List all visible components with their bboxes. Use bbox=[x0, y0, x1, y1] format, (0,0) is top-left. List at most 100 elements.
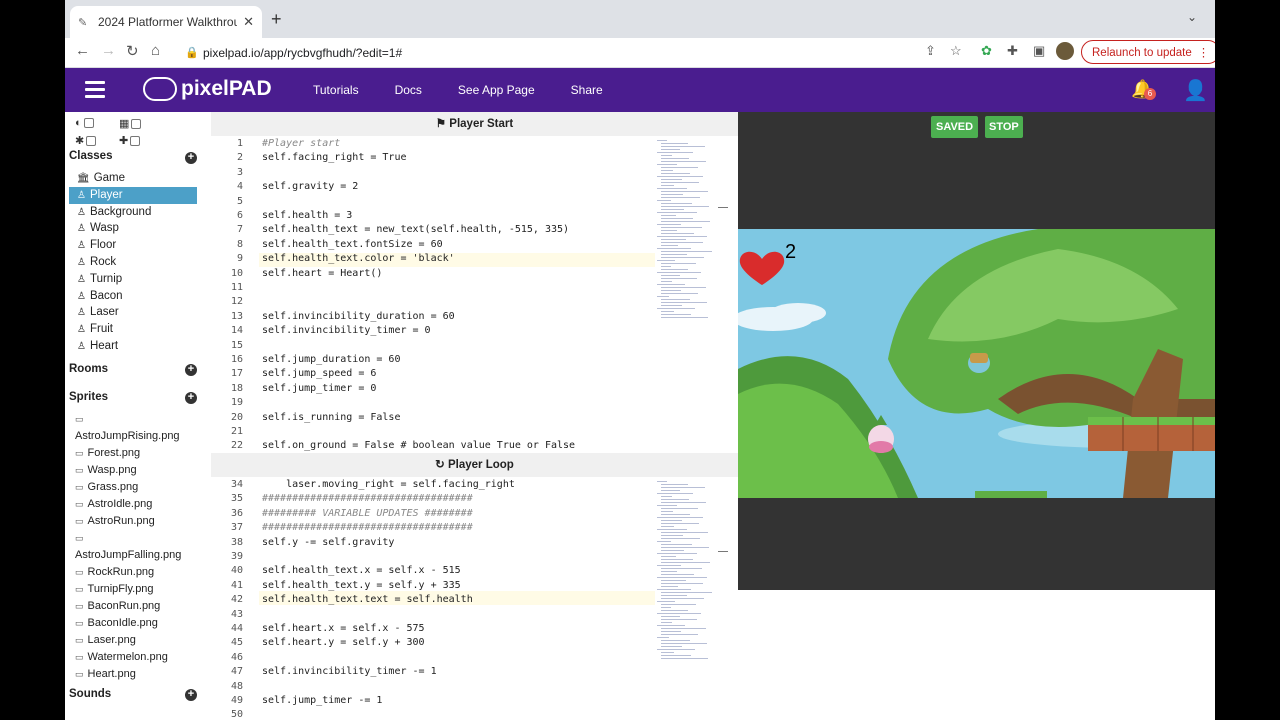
tab-search-chevron-icon[interactable]: ⌄ bbox=[1187, 10, 1197, 24]
minimap-stroke bbox=[661, 658, 708, 659]
extension-leaf-icon[interactable]: ✿ bbox=[981, 43, 992, 59]
class-item-laser[interactable]: ♙ Laser bbox=[69, 304, 197, 321]
pixelpad-logo[interactable]: pixelPAD bbox=[143, 77, 272, 101]
sprite-item[interactable]: ▭ Heart.png bbox=[75, 666, 136, 683]
add-room-button[interactable]: + bbox=[185, 364, 197, 376]
class-item-heart[interactable]: ♙ Heart bbox=[69, 338, 197, 355]
extensions-puzzle-icon[interactable]: ✚ bbox=[1007, 43, 1018, 59]
profile-avatar[interactable] bbox=[1056, 42, 1074, 60]
class-icon: ♙ bbox=[77, 341, 86, 352]
class-icon: ♙ bbox=[77, 324, 86, 336]
home-icon[interactable]: ⌂ bbox=[151, 42, 160, 59]
minimap-stroke bbox=[661, 619, 697, 620]
minimap-stroke bbox=[661, 206, 709, 207]
minimap-stroke bbox=[661, 179, 682, 180]
game-pane-footer bbox=[738, 590, 1215, 720]
sprite-item[interactable]: ▭ Grass.png bbox=[75, 479, 138, 496]
start-scroll-marker bbox=[718, 207, 728, 208]
code-line: self.health_text.y = self.y + 335 bbox=[262, 579, 461, 591]
debug-toggle[interactable]: ✱ bbox=[75, 134, 97, 147]
minimap-stroke bbox=[661, 227, 702, 228]
minimap-stroke bbox=[657, 553, 697, 554]
nav-tutorials[interactable]: Tutorials bbox=[313, 83, 359, 97]
class-item-background[interactable]: ♙ Background bbox=[69, 204, 197, 221]
sprite-item[interactable]: ▭ Laser.png bbox=[75, 632, 136, 649]
plugin-toggle[interactable]: ✚ bbox=[119, 134, 141, 147]
tab-strip: ✎ 2024 Platformer Walkthrough ✕ + ⌄ bbox=[65, 0, 1215, 38]
sprite-item[interactable]: ▭ AstroRun.png bbox=[75, 513, 155, 530]
relaunch-to-update-button[interactable]: Relaunch to update ⋮ bbox=[1081, 40, 1215, 64]
sprite-item[interactable]: ▭ Wasp.png bbox=[75, 462, 137, 479]
sprite-item[interactable]: ▭ TurnipFly.png bbox=[75, 581, 154, 598]
add-sprite-button[interactable]: + bbox=[185, 392, 197, 404]
layout-toggle[interactable]: ▦ bbox=[119, 117, 142, 130]
minimap-stroke bbox=[661, 233, 694, 234]
class-item-turnip[interactable]: ♙ Turnip bbox=[69, 271, 197, 288]
notifications-bell-icon[interactable]: 🔔 6 bbox=[1131, 79, 1156, 100]
reload-icon[interactable]: ↻ bbox=[126, 42, 139, 60]
share-icon[interactable]: ⇪ bbox=[925, 43, 936, 59]
image-icon: ▭ bbox=[75, 635, 84, 645]
browser-tab[interactable]: ✎ 2024 Platformer Walkthrough ✕ bbox=[70, 6, 262, 38]
minimap-stroke bbox=[661, 523, 699, 524]
player-loop-header[interactable]: ↻ Player Loop bbox=[211, 453, 738, 477]
nav-docs[interactable]: Docs bbox=[395, 83, 422, 97]
start-minimap[interactable] bbox=[657, 136, 717, 452]
player-start-header[interactable]: ⚑ Player Start bbox=[211, 112, 738, 136]
sprite-item[interactable]: ▭ BaconIdle.png bbox=[75, 615, 158, 632]
saved-button[interactable]: SAVED bbox=[931, 116, 979, 138]
class-item-rock[interactable]: ♙ Rock bbox=[69, 254, 197, 271]
sprite-item[interactable]: ▭ BaconRun.png bbox=[75, 598, 160, 615]
sprite-item[interactable]: ▭ Forest.png bbox=[75, 445, 140, 462]
line-number: 9 bbox=[236, 253, 243, 265]
theme-toggle[interactable]: ◐ bbox=[75, 117, 94, 129]
sprite-label: Wasp.png bbox=[87, 464, 137, 476]
add-sound-button[interactable]: + bbox=[185, 689, 197, 701]
class-item-game[interactable]: 🏛 Game bbox=[69, 170, 197, 187]
minimap-stroke bbox=[661, 502, 706, 503]
minimap-stroke bbox=[661, 185, 674, 186]
code-line: self.health_text = new_text(self.health,… bbox=[262, 224, 570, 236]
sprite-item[interactable]: ▭ RockRun.png bbox=[75, 564, 154, 581]
minimap-stroke bbox=[661, 616, 680, 617]
class-item-bacon[interactable]: ♙ Bacon bbox=[69, 288, 197, 305]
code-line: self.health = 3 bbox=[262, 210, 353, 221]
back-icon[interactable]: ← bbox=[75, 42, 90, 59]
nav-see-app-page[interactable]: See App Page bbox=[458, 83, 535, 97]
game-canvas[interactable]: 2 bbox=[738, 229, 1215, 498]
new-tab-icon[interactable]: + bbox=[271, 9, 282, 30]
forward-icon[interactable]: → bbox=[101, 42, 116, 59]
sprite-item[interactable]: ▭ AstroJumpFalling.png bbox=[75, 530, 181, 564]
player-loop-code[interactable]: 34 laser.moving_right = self.facing_righ… bbox=[211, 477, 738, 720]
minimap-stroke bbox=[661, 490, 680, 491]
line-number: 45 bbox=[230, 637, 243, 649]
player-start-title: Player Start bbox=[449, 118, 514, 130]
nav-share[interactable]: Share bbox=[571, 83, 603, 97]
sprite-label: TurnipFly.png bbox=[87, 583, 154, 595]
user-account-icon[interactable]: 👤 bbox=[1183, 78, 1208, 103]
line-number: 12 bbox=[230, 296, 243, 308]
sprite-label: Forest.png bbox=[87, 447, 141, 459]
sprite-item[interactable]: ▭ AstroIdle.png bbox=[75, 496, 152, 513]
line-number: 19 bbox=[230, 397, 243, 409]
close-tab-icon[interactable]: ✕ bbox=[243, 14, 254, 30]
add-class-button[interactable]: + bbox=[185, 152, 197, 164]
code-line: self.heart = Heart() bbox=[262, 267, 383, 279]
class-item-fruit[interactable]: ♙ Fruit bbox=[69, 321, 197, 338]
code-line: self.is_running = False bbox=[262, 411, 401, 423]
hamburger-menu-icon[interactable] bbox=[85, 81, 105, 98]
class-item-player[interactable]: ♙ Player bbox=[69, 186, 197, 204]
side-panel-icon[interactable]: ▣ bbox=[1033, 43, 1045, 59]
player-start-code[interactable]: 1 #Player start 2 self.facing_right = True 3… bbox=[211, 136, 738, 452]
health-counter: 2 bbox=[785, 241, 797, 263]
code-editor: ⚑ Player Start 1 #Player start 2 self.facin… bbox=[211, 112, 738, 720]
minimap-stroke bbox=[661, 257, 704, 258]
sprite-item[interactable]: ▭ Watermelon.png bbox=[75, 649, 168, 666]
class-item-floor[interactable]: ♙ Floor bbox=[69, 237, 197, 254]
stop-button[interactable]: STOP bbox=[985, 116, 1023, 138]
class-item-wasp[interactable]: ♙ Wasp bbox=[69, 220, 197, 237]
sprite-item[interactable]: ▭ AstroJumpRising.png bbox=[75, 411, 180, 445]
class-label: Floor bbox=[89, 239, 117, 252]
loop-minimap[interactable] bbox=[657, 477, 717, 720]
bookmark-star-icon[interactable]: ☆ bbox=[950, 43, 962, 59]
